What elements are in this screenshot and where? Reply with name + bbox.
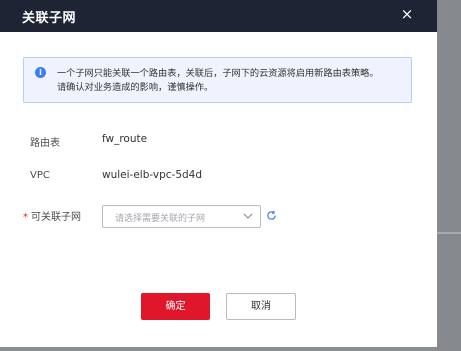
- info-icon: i: [35, 67, 46, 78]
- subnet-select-placeholder: 请选择需要关联的子网: [115, 214, 206, 224]
- refresh-icon[interactable]: [266, 210, 277, 221]
- vpc-label: VPC: [30, 170, 50, 181]
- page-backdrop: [437, 0, 461, 351]
- notice-line-1: 一个子网只能关联一个路由表，关联后，子网下的云资源将启用新路由表策略。: [57, 68, 379, 79]
- info-notice: i 一个子网只能关联一个路由表，关联后，子网下的云资源将启用新路由表策略。 请确…: [23, 57, 412, 103]
- subnet-label: 可关联子网: [31, 212, 81, 223]
- backdrop-divider: [437, 232, 461, 234]
- associate-subnet-dialog: 关联子网 × i 一个子网只能关联一个路由表，关联后，子网下的云资源将启用新路由…: [0, 0, 437, 347]
- notice-text: 一个子网只能关联一个路由表，关联后，子网下的云资源将启用新路由表策略。 请确认对…: [57, 67, 407, 95]
- close-icon[interactable]: ×: [400, 6, 414, 22]
- dialog-header: 关联子网 ×: [0, 0, 437, 32]
- cancel-button[interactable]: 取消: [226, 293, 296, 320]
- dialog-title: 关联子网: [22, 11, 77, 26]
- notice-line-2: 请确认对业务造成的影响，谨慎操作。: [57, 82, 214, 93]
- confirm-button[interactable]: 确定: [141, 293, 210, 320]
- required-mark: *: [23, 212, 28, 223]
- subnet-select[interactable]: 请选择需要关联的子网: [102, 205, 261, 228]
- route-table-label: 路由表: [30, 138, 60, 149]
- route-table-value: fw_route: [102, 133, 148, 145]
- subnet-label-group: * 可关联子网: [23, 208, 81, 223]
- chevron-down-icon: [243, 213, 253, 219]
- vpc-value: wulei-elb-vpc-5d4d: [102, 169, 203, 181]
